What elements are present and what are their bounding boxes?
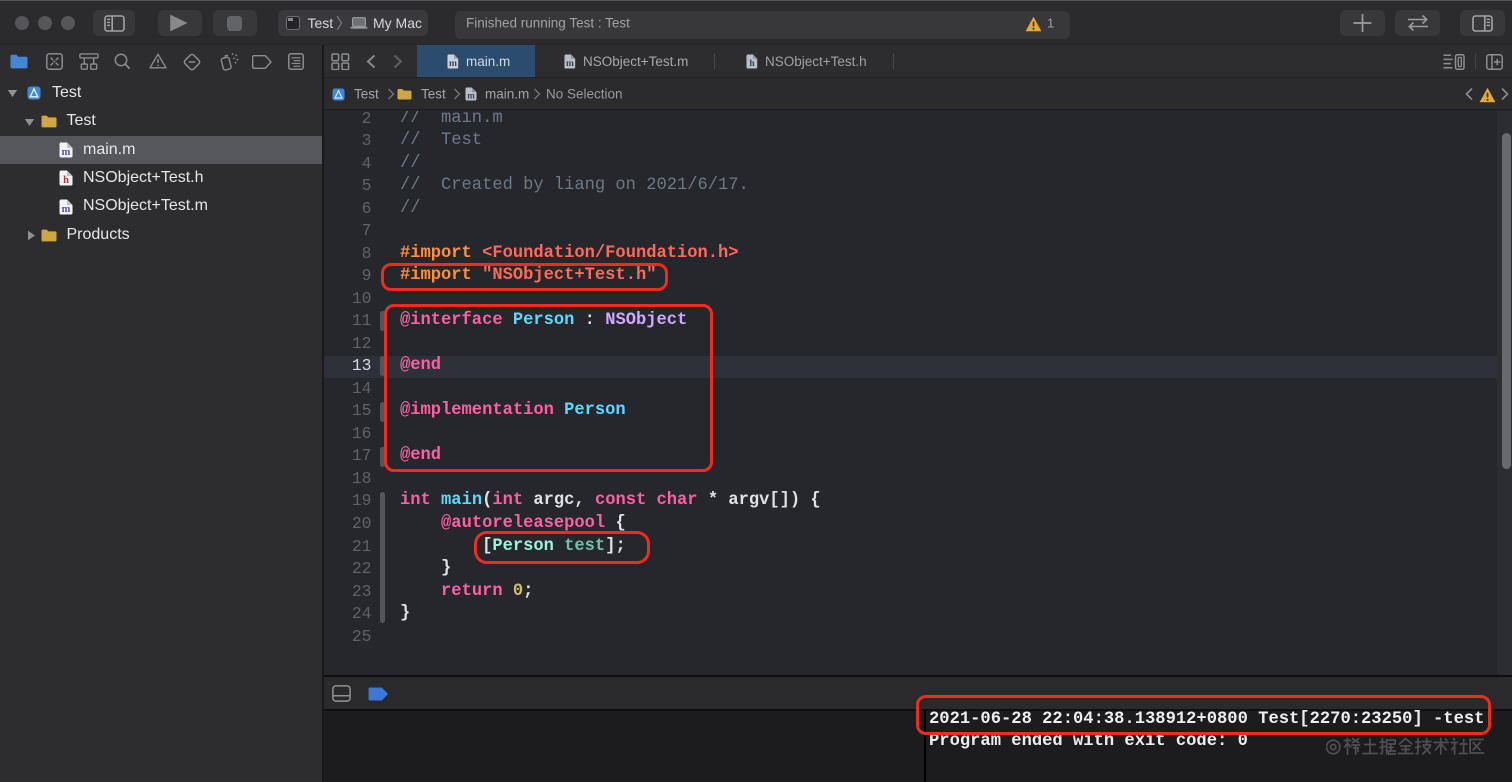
- svg-text:m: m: [467, 91, 475, 101]
- svg-text:h: h: [63, 175, 69, 186]
- svg-text:m: m: [61, 204, 70, 215]
- svg-text:m: m: [449, 59, 457, 69]
- svg-text:m: m: [61, 147, 70, 158]
- svg-text:h: h: [749, 59, 755, 69]
- svg-text:m: m: [566, 59, 574, 69]
